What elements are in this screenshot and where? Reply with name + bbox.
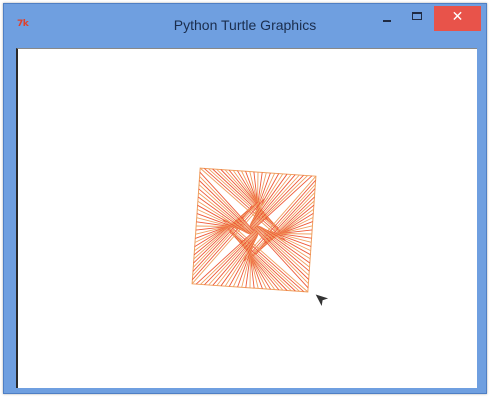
spiral-line [252,175,313,231]
turtle-canvas[interactable] [16,48,477,388]
spiral-line [199,171,255,232]
spiral-line [253,228,309,289]
turtle-window: 7k Python Turtle Graphics ✕ [3,3,487,394]
close-icon: ✕ [451,9,464,25]
turtle-drawing [191,167,329,307]
close-button[interactable]: ✕ [434,6,481,31]
spiral-pattern [191,167,317,293]
title-bar[interactable]: 7k Python Turtle Graphics ✕ [4,4,486,44]
spiral-line [195,229,256,285]
minimize-button[interactable] [372,6,402,31]
outer-square [191,167,317,293]
turtle-arrow-icon [315,294,329,307]
maximize-button[interactable] [402,6,432,31]
